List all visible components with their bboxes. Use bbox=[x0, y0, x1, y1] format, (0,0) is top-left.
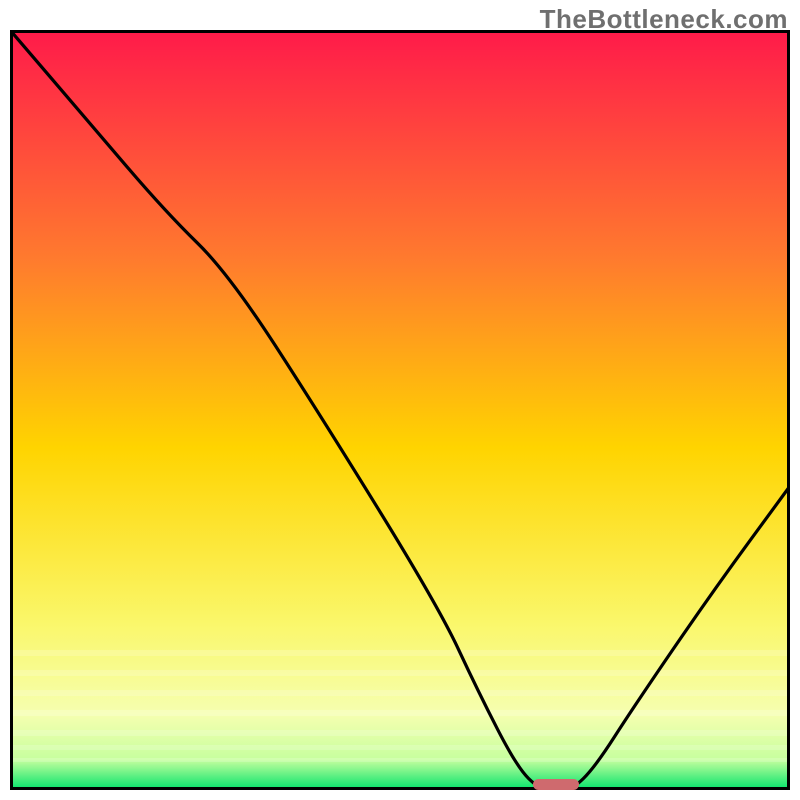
plot-area bbox=[10, 30, 790, 790]
bottleneck-curve bbox=[10, 30, 790, 790]
curve-layer bbox=[10, 30, 790, 790]
chart-stage: TheBottleneck.com bbox=[0, 0, 800, 800]
watermark-label: TheBottleneck.com bbox=[540, 4, 788, 35]
optimal-marker bbox=[533, 779, 580, 790]
